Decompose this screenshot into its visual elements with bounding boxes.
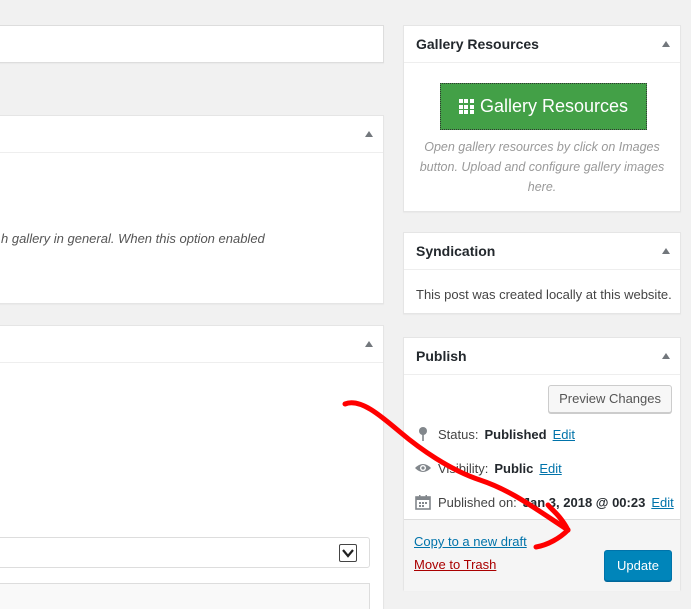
publish-title: Publish [404, 338, 680, 375]
preview-changes-button[interactable]: Preview Changes [548, 385, 672, 413]
box-title: Publish [416, 348, 467, 364]
chevron-down-icon[interactable] [339, 544, 357, 562]
syndication-title: Syndication [404, 233, 680, 270]
gallery-resources-title: Gallery Resources [404, 26, 680, 63]
syndication-text: This post was created locally at this we… [416, 287, 672, 302]
publish-actions: Copy to a new draft Move to Trash Update [404, 519, 680, 591]
status-label: Status: [438, 426, 479, 442]
copy-to-draft-link[interactable]: Copy to a new draft [414, 534, 527, 549]
collapse-arrow-icon[interactable] [662, 248, 670, 254]
pin-icon [414, 425, 432, 443]
visibility-label: Visibility: [438, 460, 489, 476]
move-to-trash-link[interactable]: Move to Trash [414, 557, 496, 572]
settings-box-header [0, 116, 383, 153]
grid-icon [458, 99, 474, 114]
gallery-resources-description: Open gallery resources by click on Image… [419, 140, 665, 194]
edit-visibility-link[interactable]: Edit [539, 461, 561, 476]
box-title: Syndication [416, 243, 496, 259]
eye-icon [414, 459, 432, 477]
collapse-arrow-icon[interactable] [365, 341, 373, 347]
gallery-resources-button[interactable]: Gallery Resources [440, 83, 647, 130]
box-title: Gallery Resources [416, 36, 539, 52]
collapse-arrow-icon[interactable] [662, 353, 670, 359]
visibility-value: Public [494, 460, 534, 476]
visibility-row: Visibility: Public Edit [414, 459, 562, 477]
publish-box: Publish Preview Changes Status: Publishe… [403, 337, 681, 591]
edit-date-link[interactable]: Edit [651, 495, 673, 510]
status-row: Status: Published Edit [414, 425, 575, 443]
published-date-row: Published on: Jan 3, 2018 @ 00:23 Edit [414, 493, 674, 511]
update-button[interactable]: Update [604, 550, 672, 581]
lower-input-field[interactable] [0, 583, 370, 609]
gallery-button-label: Gallery Resources [479, 96, 629, 116]
option-select[interactable] [0, 537, 370, 568]
collapse-arrow-icon[interactable] [662, 41, 670, 47]
published-value: Jan 3, 2018 @ 00:23 [522, 494, 646, 510]
published-label: Published on: [438, 494, 517, 510]
options-box-header [0, 326, 383, 363]
gallery-resources-box: Gallery Resources Gallery Resources Open… [403, 25, 681, 212]
gallery-settings-box: h gallery in general. When this option e… [0, 115, 384, 304]
settings-description: h gallery in general. When this option e… [1, 231, 265, 246]
edit-status-link[interactable]: Edit [553, 427, 575, 442]
collapse-arrow-icon[interactable] [365, 131, 373, 137]
status-value: Published [484, 426, 547, 442]
calendar-icon [414, 493, 432, 511]
title-input-box[interactable] [0, 25, 384, 63]
syndication-box: Syndication This post was created locall… [403, 232, 681, 314]
